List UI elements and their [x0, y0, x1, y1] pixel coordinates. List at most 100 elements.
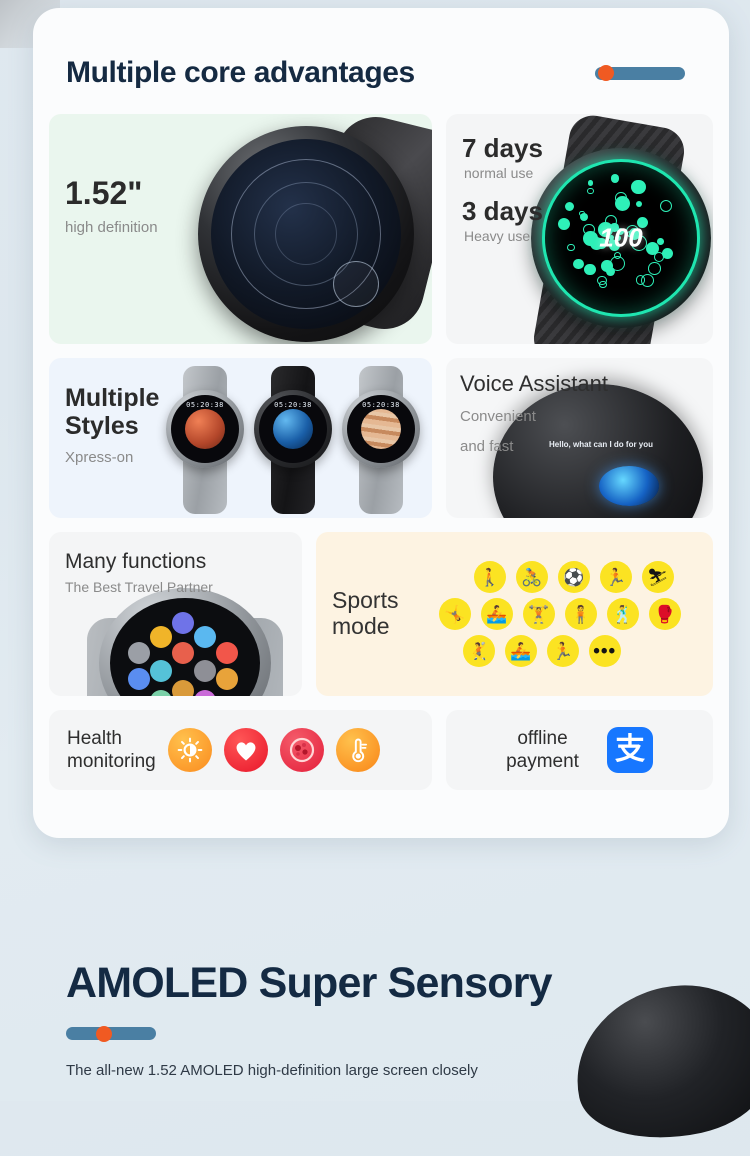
battery-bubble	[661, 247, 674, 260]
tile-multiple-styles[interactable]: Multiple Styles Xpress-on 05:20:38 05:20…	[49, 358, 432, 518]
battery-bubble	[573, 258, 584, 270]
battery-heavy-days: 3 days	[462, 196, 543, 226]
battery-bubble	[648, 262, 661, 275]
screen-size-value: 1.52"	[65, 175, 143, 211]
screen-size-caption: high definition	[65, 218, 158, 236]
watch-app-icon	[194, 660, 216, 682]
app-grid-dial	[110, 598, 260, 696]
cycling-icon[interactable]: 🚴	[515, 561, 548, 593]
watch-app-icon	[172, 642, 194, 664]
watch-app-icon	[194, 690, 216, 696]
tile-offline-payment[interactable]: offline payment 支	[446, 710, 713, 790]
walking-icon[interactable]: 🚶	[473, 561, 506, 593]
tile-battery-life[interactable]: 7 days normal use 3 days Heavy use 100	[446, 114, 713, 344]
tile-screen-size[interactable]: 1.52" high definition	[49, 114, 432, 344]
blood-glyph	[289, 737, 314, 763]
watch-app-icon	[150, 690, 172, 696]
amoled-accent-bar	[66, 1025, 156, 1042]
styles-text-block: Multiple Styles Xpress-on	[65, 384, 432, 468]
battery-bubble	[599, 280, 608, 289]
payment-title-line2: payment	[506, 751, 579, 772]
sports-text-block: Sports mode	[332, 587, 399, 640]
thermometer-icon	[335, 728, 380, 772]
thermometer-glyph	[351, 738, 367, 763]
battery-bubble	[584, 263, 596, 276]
tile-row-2: Multiple Styles Xpress-on 05:20:38 05:20…	[49, 358, 713, 518]
more-sports-icon[interactable]: •••	[588, 635, 621, 667]
rowing-machine-icon[interactable]: 🚣	[504, 635, 537, 667]
watch-app-icon	[150, 626, 172, 648]
voice-title: Voice Assistant	[460, 371, 608, 396]
feature-tiles: 1.52" high definition 7 days normal use …	[33, 90, 729, 790]
battery-normal-days: 7 days	[462, 133, 543, 163]
payment-text-block: offline payment	[506, 727, 579, 773]
tile-many-functions[interactable]: Many functions The Best Travel Partner	[49, 532, 302, 696]
accent-dot	[598, 65, 614, 81]
rowing-icon[interactable]: 🚣	[480, 598, 513, 630]
sports-icon-row: 🤾 🚣 🏃 •••	[406, 635, 713, 667]
voice-subtitle-line2: and fast	[460, 437, 514, 455]
amoled-description: The all-new 1.52 AMOLED high-definition …	[66, 1062, 478, 1079]
watch-subdial	[333, 261, 379, 307]
watch-app-icon	[172, 612, 194, 634]
boxing-icon[interactable]: 🥊	[648, 598, 681, 630]
spo2-icon	[167, 728, 212, 772]
functions-subtitle: The Best Travel Partner	[65, 578, 213, 595]
amoled-section: AMOLED Super Sensory The all-new 1.52 AM…	[0, 959, 750, 1101]
stretching-icon[interactable]: 🤸	[438, 598, 471, 630]
amoled-title: AMOLED Super Sensory	[66, 959, 553, 1007]
watch-app-icon	[150, 660, 172, 682]
skiing-icon[interactable]: ⛷	[641, 561, 674, 593]
throwing-icon[interactable]: 🤾	[462, 635, 495, 667]
alipay-glyph: 支	[614, 732, 645, 767]
card-header: Multiple core advantages	[33, 8, 729, 90]
sports-title-line2: mode	[332, 613, 390, 639]
sports-title-line1: Sports	[332, 587, 399, 614]
watch-case	[99, 588, 271, 696]
tile-health-monitoring[interactable]: Health monitoring	[49, 710, 432, 790]
tile-row-1: 1.52" high definition 7 days normal use …	[49, 114, 713, 344]
accent-dot	[96, 1025, 112, 1042]
running-icon[interactable]: 🏃	[599, 561, 632, 593]
watch-app-icon	[128, 668, 150, 690]
functions-text-block: Many functions The Best Travel Partner	[65, 550, 302, 596]
page-title: Multiple core advantages	[66, 56, 415, 89]
health-text-block: Health monitoring	[67, 727, 156, 773]
battery-bubble	[640, 273, 655, 288]
sun-glyph	[177, 737, 203, 763]
voice-text-block: Voice Assistant Convenient and fast	[460, 371, 713, 457]
styles-title-line2: Styles	[65, 412, 139, 440]
functions-title: Many functions	[65, 550, 207, 573]
heart-glyph	[236, 742, 256, 761]
header-accent-bar	[595, 65, 685, 81]
advantages-card: Multiple core advantages 1.52" high defi…	[33, 8, 729, 838]
styles-subtitle: Xpress-on	[65, 449, 134, 466]
watch-app-icon	[172, 680, 194, 696]
payment-title-line1: offline	[517, 727, 568, 749]
battery-bubble	[606, 266, 616, 276]
dancing-icon[interactable]: 🕺	[606, 598, 639, 630]
blood-cells-icon	[279, 728, 324, 772]
exercise-icon[interactable]: 🧍	[564, 598, 597, 630]
watch-app-icon	[194, 626, 216, 648]
sports-icon-row: 🤸 🚣 🏋 🧍 🕺 🥊	[406, 598, 713, 630]
battery-text-block: 7 days normal use 3 days Heavy use	[462, 133, 713, 246]
football-icon[interactable]: ⚽	[557, 561, 590, 593]
heart-rate-icon	[223, 728, 268, 772]
tile-voice-assistant[interactable]: Voice Assistant Convenient and fast Hell…	[446, 358, 713, 518]
tile-sports-mode[interactable]: Sports mode 🚶 🚴 ⚽ 🏃 ⛷ 🤸 🚣 🏋 🧍 🕺 🥊 🤾 🚣 🏃 •••	[316, 532, 713, 696]
alipay-logo[interactable]: 支	[606, 727, 653, 773]
weightlifting-icon[interactable]: 🏋	[522, 598, 555, 630]
tile-row-4: Health monitoring offline payment 支	[49, 710, 713, 790]
watch-image-apps	[71, 588, 301, 696]
health-title-line1: Health	[67, 727, 122, 749]
battery-normal-caption: normal use	[464, 165, 534, 182]
tile-row-3: Many functions The Best Travel Partner S…	[49, 532, 713, 696]
treadmill-icon[interactable]: 🏃	[546, 635, 579, 667]
sports-icon-grid: 🚶 🚴 ⚽ 🏃 ⛷ 🤸 🚣 🏋 🧍 🕺 🥊 🤾 🚣 🏃 •••	[398, 561, 713, 667]
watch-app-icon	[216, 642, 238, 664]
battery-heavy-caption: Heavy use	[464, 228, 531, 245]
health-title-line2: monitoring	[67, 751, 156, 772]
styles-title-line1: Multiple	[65, 384, 160, 412]
sports-icon-row: 🚶 🚴 ⚽ 🏃 ⛷	[406, 561, 713, 593]
